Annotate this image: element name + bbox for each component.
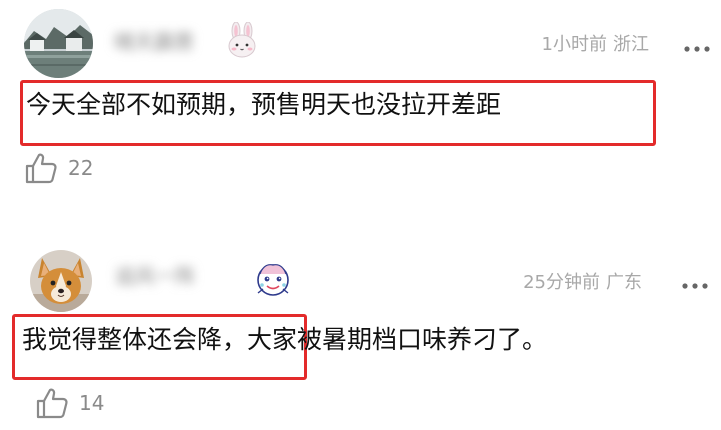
comment-meta: 25分钟前 广东 [523, 268, 642, 294]
username-text: 晴天霹雳 [114, 30, 194, 54]
dog-avatar-icon [30, 250, 92, 312]
comment-text-highlighted: 我觉得整体还会降， [22, 325, 248, 354]
like-button[interactable]: 14 [35, 386, 104, 420]
username[interactable]: 追风一阵 [115, 261, 245, 291]
comment-meta: 1小时前 浙江 [542, 30, 649, 56]
more-options-icon[interactable] [682, 274, 708, 289]
comment-location: 浙江 [613, 34, 649, 55]
username-text: 追风一阵 [115, 264, 195, 288]
thumbs-up-icon [36, 388, 68, 419]
rabbit-icon [225, 21, 259, 58]
town-scene-avatar-icon [24, 9, 93, 78]
like-button[interactable]: 22 [24, 151, 93, 185]
comment-item: 追风一阵 25分钟前 广东 我觉得整体还会降，大家被暑期档口味养刁了。 14 [0, 215, 721, 430]
like-count: 14 [79, 391, 105, 415]
cartoon-badge-icon [255, 260, 291, 298]
comment-text: 我觉得整体还会降，大家被暑期档口味养刁了。 [22, 322, 547, 358]
avatar[interactable] [30, 250, 92, 312]
comment-time: 1小时前 [541, 34, 607, 55]
comment-location: 广东 [606, 272, 642, 293]
comment-time: 25分钟前 [523, 272, 600, 293]
comment-text-rest: 大家被暑期档口味养刁了。 [247, 325, 548, 354]
comment-item: 晴天霹雳 1小时前 浙江 今天全部不如预期，预售明天也没拉开差距 22 [0, 0, 721, 215]
username[interactable]: 晴天霹雳 [114, 27, 224, 57]
comment-text: 今天全部不如预期，预售明天也没拉开差距 [26, 90, 502, 119]
thumbs-up-icon [25, 153, 57, 184]
more-options-icon[interactable] [684, 37, 710, 52]
like-count: 22 [68, 156, 94, 180]
avatar[interactable] [24, 9, 93, 78]
